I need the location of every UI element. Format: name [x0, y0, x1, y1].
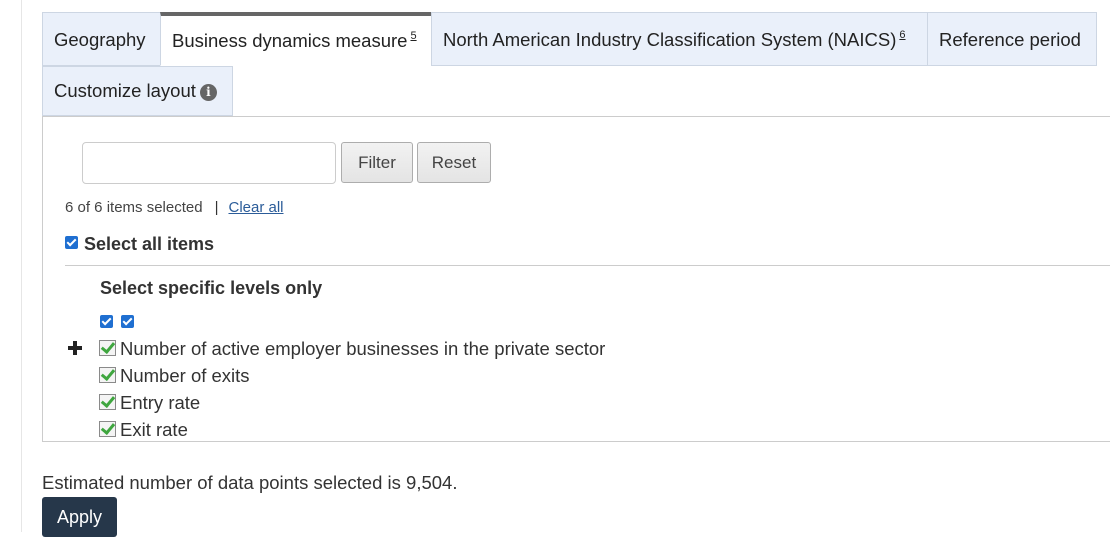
tab-label: Customize layout	[54, 80, 196, 101]
tab-reference-period[interactable]: Reference period	[927, 12, 1097, 66]
footnote-link[interactable]: 6	[899, 29, 905, 41]
selection-count: 6 of 6 items selected | Clear all	[65, 199, 284, 216]
member-tree: Number of active employer businesses in …	[66, 335, 605, 443]
select-all-label: Select all items	[84, 234, 215, 254]
tree-item: Entry rate	[66, 389, 605, 416]
tab-label: Geography	[54, 29, 146, 50]
clear-all-link[interactable]: Clear all	[228, 199, 283, 216]
info-icon[interactable]: i	[199, 84, 217, 101]
separator: |	[214, 199, 219, 216]
tab-naics[interactable]: North American Industry Classification S…	[431, 12, 928, 66]
footnote-link[interactable]: 5	[410, 30, 416, 42]
estimate-text: Estimated number of data points selected…	[42, 472, 458, 493]
green-check-icon[interactable]	[99, 394, 116, 410]
tree-item: Exit rate	[66, 416, 605, 443]
select-all-row[interactable]: Select all items	[65, 234, 214, 255]
tab-customize-layout[interactable]: Customize layout i	[42, 66, 233, 116]
reset-button[interactable]: Reset	[417, 142, 491, 183]
tab-business-dynamics-measure[interactable]: Business dynamics measure 5	[160, 12, 432, 66]
green-check-icon[interactable]	[99, 421, 116, 437]
page-left-border	[21, 0, 22, 532]
tree-item-label: Number of active employer businesses in …	[120, 338, 606, 359]
filter-button[interactable]: Filter	[341, 142, 413, 183]
tab-label: Business dynamics measure	[172, 30, 408, 51]
selected-count-text: 6 of 6 items selected	[65, 199, 203, 216]
tab-geography[interactable]: Geography	[42, 12, 161, 66]
levels-title: Select specific levels only	[100, 278, 323, 298]
green-check-icon[interactable]	[99, 367, 116, 383]
expand-plus-icon[interactable]	[67, 340, 83, 356]
filter-input[interactable]	[82, 142, 336, 184]
green-check-icon[interactable]	[99, 340, 116, 356]
tab-label: Reference period	[939, 29, 1081, 50]
tree-item-label: Exit rate	[120, 419, 188, 440]
tree-item-label: Number of exits	[120, 365, 250, 386]
level-2-checkbox[interactable]	[121, 315, 134, 329]
divider	[65, 265, 1110, 266]
tree-item-label: Entry rate	[120, 392, 201, 413]
level-1-checkbox[interactable]	[100, 315, 113, 329]
tree-item: Number of active employer businesses in …	[66, 335, 605, 362]
apply-button[interactable]: Apply	[42, 497, 117, 537]
select-all-checkbox[interactable]	[65, 236, 78, 249]
tree-item: Number of exits	[66, 362, 605, 389]
tab-label: North American Industry Classification S…	[443, 29, 897, 50]
level-checkboxes	[100, 313, 142, 331]
